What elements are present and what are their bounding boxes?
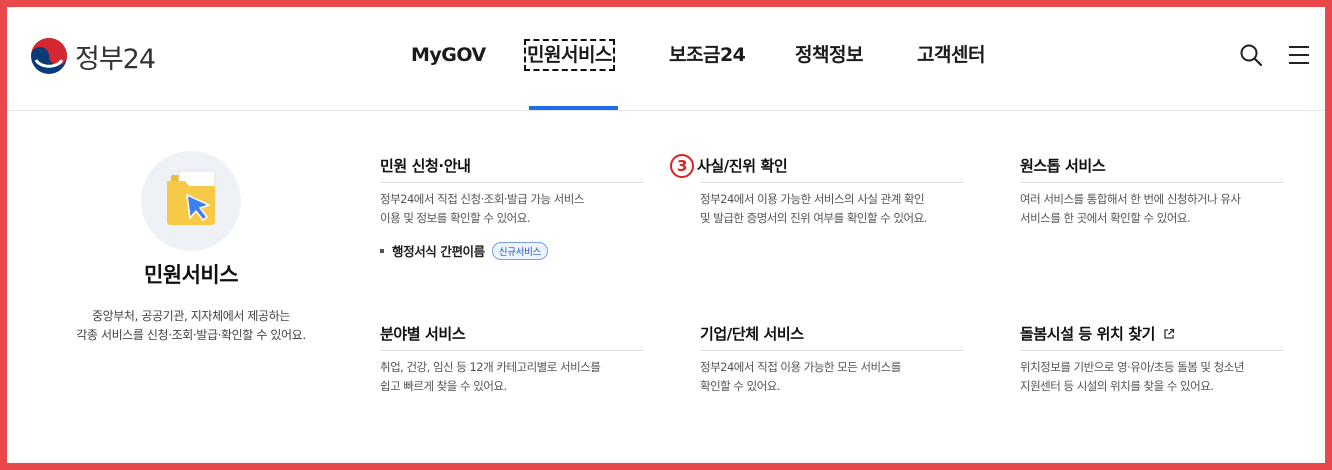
menu-category-title[interactable]: 분야별 서비스 [380,317,644,351]
menu-civil-apply-title[interactable]: 민원 신청·안내 [380,149,644,183]
logo-text: 정부24 [75,43,156,75]
menu-onestop: 원스톱 서비스 여러 서비스를 통합해서 한 번에 신청하거나 유사 서비스를 … [1020,149,1284,228]
bullet-icon [380,248,384,253]
menu-civil-apply-label: 민원 신청·안내 [380,156,471,175]
nav-policy-info[interactable]: 정책정보 [795,42,863,68]
menu-care-location-title[interactable]: 돌봄시설 등 위치 찾기 [1020,317,1284,351]
nav-subsidy24[interactable]: 보조금24 [669,42,746,68]
menu-category: 분야별 서비스 취업, 건강, 임신 등 12개 카테고리별로 서비스를 쉽고 … [380,317,644,396]
menu-fact-verify-label: 사실/진위 확인 [697,156,788,175]
site-header: 정부24 MyGOV 민원서비스 보조금24 정책정보 고객센터 [7,7,1325,111]
menu-civil-apply: 민원 신청·안내 정부24에서 직접 신청·조회·발급 가능 서비스 이용 및 … [380,149,644,260]
nav-civil-service[interactable]: 민원서비스 [524,39,615,71]
new-service-badge: 신규서비스 [491,241,548,260]
menu-care-location-desc: 위치정보를 기반으로 영·유아/초등 돌봄 및 청소년 지원센터 등 시설의 위… [1020,360,1244,393]
intro-desc-line2: 각종 서비스를 신청·조회·발급·확인할 수 있어요. [76,328,306,342]
intro-illustration [141,151,241,251]
intro-desc-line1: 중앙부처, 공공기관, 지자체에서 제공하는 [92,309,290,323]
menu-business-title[interactable]: 기업/단체 서비스 [700,317,964,351]
menu-business: 기업/단체 서비스 정부24에서 직접 이용 가능한 모든 서비스를 확인할 수… [700,317,964,396]
step-number-badge: 3 [670,153,694,178]
hamburger-menu-icon[interactable] [1287,43,1311,67]
folder-cursor-icon [167,170,216,225]
sub-link-admin-form[interactable]: 행정서식 간편이름 신규서비스 [380,241,644,260]
menu-fact-verify-desc: 정부24에서 이용 가능한 서비스의 사실 관계 확인 및 발급한 증명서의 진… [700,192,927,225]
gov24-logo[interactable]: 정부24 [29,36,156,76]
sub-link-label: 행정서식 간편이름 [392,244,485,259]
page-frame: 정부24 MyGOV 민원서비스 보조금24 정책정보 고객센터 민원서비스 중… [7,7,1325,463]
nav-mygov[interactable]: MyGOV [411,42,486,68]
intro-title: 민원서비스 [143,263,239,287]
menu-onestop-label: 원스톱 서비스 [1020,156,1106,175]
menu-fact-verify-title[interactable]: 3 사실/진위 확인 [670,149,964,183]
nav-customer-center[interactable]: 고객센터 [917,42,985,68]
menu-care-location: 돌봄시설 등 위치 찾기 위치정보를 기반으로 영·유아/초등 돌봄 및 청소년… [1020,317,1284,396]
menu-onestop-desc: 여러 서비스를 통합해서 한 번에 신청하거나 유사 서비스를 한 곳에서 확인… [1020,192,1241,225]
intro-description: 중앙부처, 공공기관, 지자체에서 제공하는 각종 서비스를 신청·조회·발급·… [41,307,341,345]
menu-business-label: 기업/단체 서비스 [700,324,804,343]
menu-civil-apply-desc: 정부24에서 직접 신청·조회·발급 가능 서비스 이용 및 정보를 확인할 수… [380,192,584,225]
menu-category-label: 분야별 서비스 [380,324,466,343]
menu-fact-verify: 3 사실/진위 확인 정부24에서 이용 가능한 서비스의 사실 관계 확인 및… [670,149,964,228]
active-tab-indicator [529,106,618,110]
menu-care-location-label: 돌봄시설 등 위치 찾기 [1020,324,1156,343]
menu-business-desc: 정부24에서 직접 이용 가능한 모든 서비스를 확인할 수 있어요. [700,360,901,393]
menu-onestop-title[interactable]: 원스톱 서비스 [1020,149,1284,183]
menu-category-desc: 취업, 건강, 임신 등 12개 카테고리별로 서비스를 쉽고 빠르게 찾을 수… [380,360,601,393]
search-icon[interactable] [1239,43,1263,67]
external-link-icon [1164,328,1175,339]
taegeuk-logo-icon [31,38,67,74]
